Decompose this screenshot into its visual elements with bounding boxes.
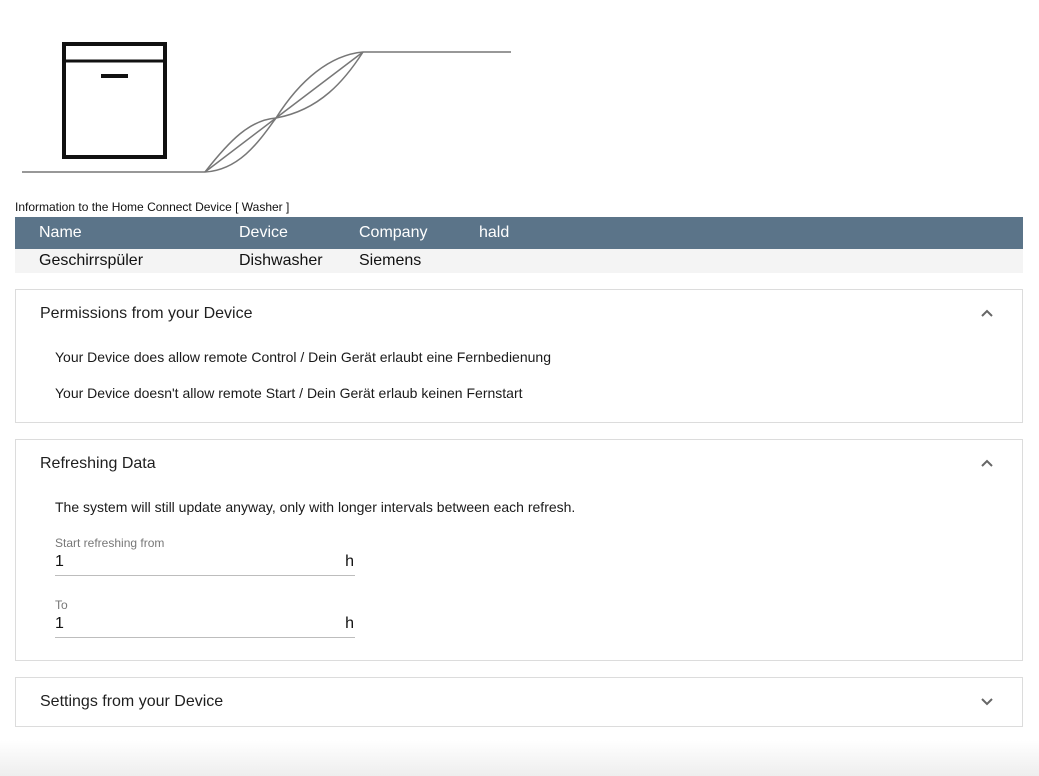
refresh-from-field: Start refreshing from h — [55, 536, 355, 576]
refresh-from-row: h — [55, 551, 355, 576]
chevron-up-icon[interactable] — [980, 308, 994, 318]
column-header-device: Device — [239, 217, 359, 249]
refresh-from-label: Start refreshing from — [55, 536, 165, 550]
refresh-to-label: To — [55, 598, 68, 612]
refreshing-panel-header[interactable]: Refreshing Data — [16, 440, 1022, 488]
refresh-to-input[interactable] — [55, 615, 325, 633]
column-header-company: Company — [359, 217, 479, 249]
refresh-from-unit: h — [345, 553, 354, 570]
settings-panel-header[interactable]: Settings from your Device — [16, 678, 1022, 726]
column-header-name: Name — [15, 217, 239, 249]
permissions-panel-title: Permissions from your Device — [40, 305, 253, 322]
refresh-to-row: h — [55, 613, 355, 638]
table-header-row: Name Device Company hald — [15, 217, 1023, 249]
refresh-description: The system will still update anyway, onl… — [55, 499, 576, 515]
device-table: Name Device Company hald Geschirrspüler … — [15, 217, 1023, 273]
refresh-to-field: To h — [55, 598, 355, 638]
refreshing-panel: Refreshing Data The system will still up… — [15, 439, 1023, 661]
remote-start-permission-text: Your Device doesn't allow remote Start /… — [55, 385, 523, 401]
chevron-up-icon[interactable] — [980, 458, 994, 468]
device-info-caption: Information to the Home Connect Device [… — [15, 200, 290, 214]
refresh-to-unit: h — [345, 615, 354, 632]
cell-name: Geschirrspüler — [15, 249, 239, 273]
hero-illustration — [22, 42, 511, 173]
refresh-from-input[interactable] — [55, 553, 325, 571]
connection-lines — [22, 51, 511, 173]
permissions-panel-header[interactable]: Permissions from your Device — [16, 290, 1022, 338]
page: Information to the Home Connect Device [… — [0, 0, 1039, 776]
dishwasher-icon — [62, 42, 167, 159]
remote-control-permission-text: Your Device does allow remote Control / … — [55, 349, 551, 365]
settings-panel-title: Settings from your Device — [40, 693, 224, 710]
settings-panel: Settings from your Device — [15, 677, 1023, 727]
table-row: Geschirrspüler Dishwasher Siemens — [15, 249, 1023, 273]
chevron-down-icon[interactable] — [980, 696, 994, 706]
column-header-hald: hald — [479, 217, 1023, 249]
cell-device: Dishwasher — [239, 249, 359, 273]
cell-hald — [479, 249, 1023, 273]
permissions-panel: Permissions from your Device Your Device… — [15, 289, 1023, 423]
cell-company: Siemens — [359, 249, 479, 273]
refreshing-panel-title: Refreshing Data — [40, 455, 156, 472]
